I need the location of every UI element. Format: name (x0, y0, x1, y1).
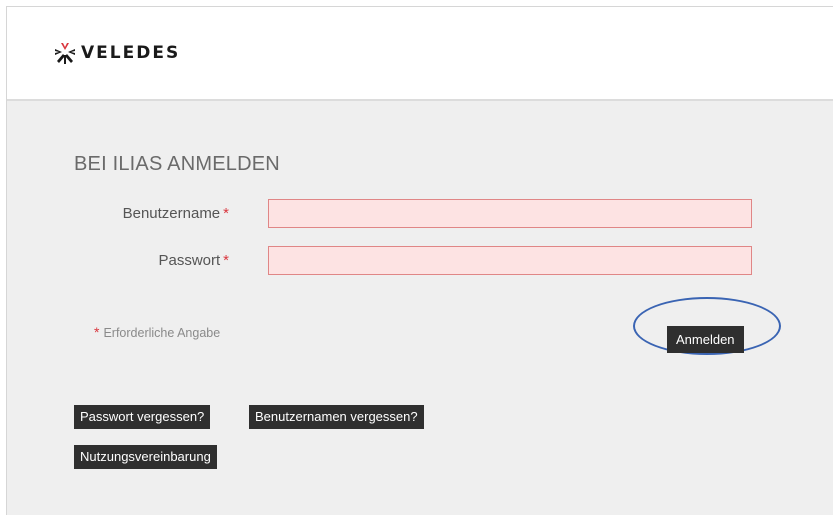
page-frame: VELEDES BEI ILIAS ANMELDEN Benutzername *… (6, 6, 833, 515)
forgot-password-button[interactable]: Passwort vergessen? (74, 405, 211, 429)
username-label: Benutzername * (123, 205, 229, 222)
password-field[interactable] (268, 246, 752, 275)
password-row: Passwort * (7, 246, 833, 276)
password-label: Passwort * (158, 252, 229, 269)
required-asterisk: * (94, 324, 100, 340)
username-field[interactable] (268, 199, 752, 228)
page-title: BEI ILIAS ANMELDEN (74, 153, 280, 175)
password-label-text: Passwort (158, 252, 221, 269)
username-row: Benutzername * (7, 199, 833, 229)
logo[interactable]: VELEDES (53, 41, 180, 65)
forgot-username-button[interactable]: Benutzernamen vergessen? (249, 405, 424, 429)
terms-button[interactable]: Nutzungsvereinbarung (74, 445, 217, 469)
site-header: VELEDES (7, 7, 833, 101)
required-asterisk: * (223, 252, 229, 269)
login-button[interactable]: Anmelden (667, 326, 744, 353)
login-panel: BEI ILIAS ANMELDEN Benutzername * Passwor… (7, 101, 833, 516)
logo-text: VELEDES (81, 43, 181, 63)
username-label-text: Benutzername (122, 205, 221, 222)
veledes-snowflake-icon (55, 43, 75, 64)
required-note: * Erforderliche Angabe (94, 324, 220, 340)
required-note-text: Erforderliche Angabe (103, 326, 221, 340)
required-asterisk: * (223, 205, 229, 222)
